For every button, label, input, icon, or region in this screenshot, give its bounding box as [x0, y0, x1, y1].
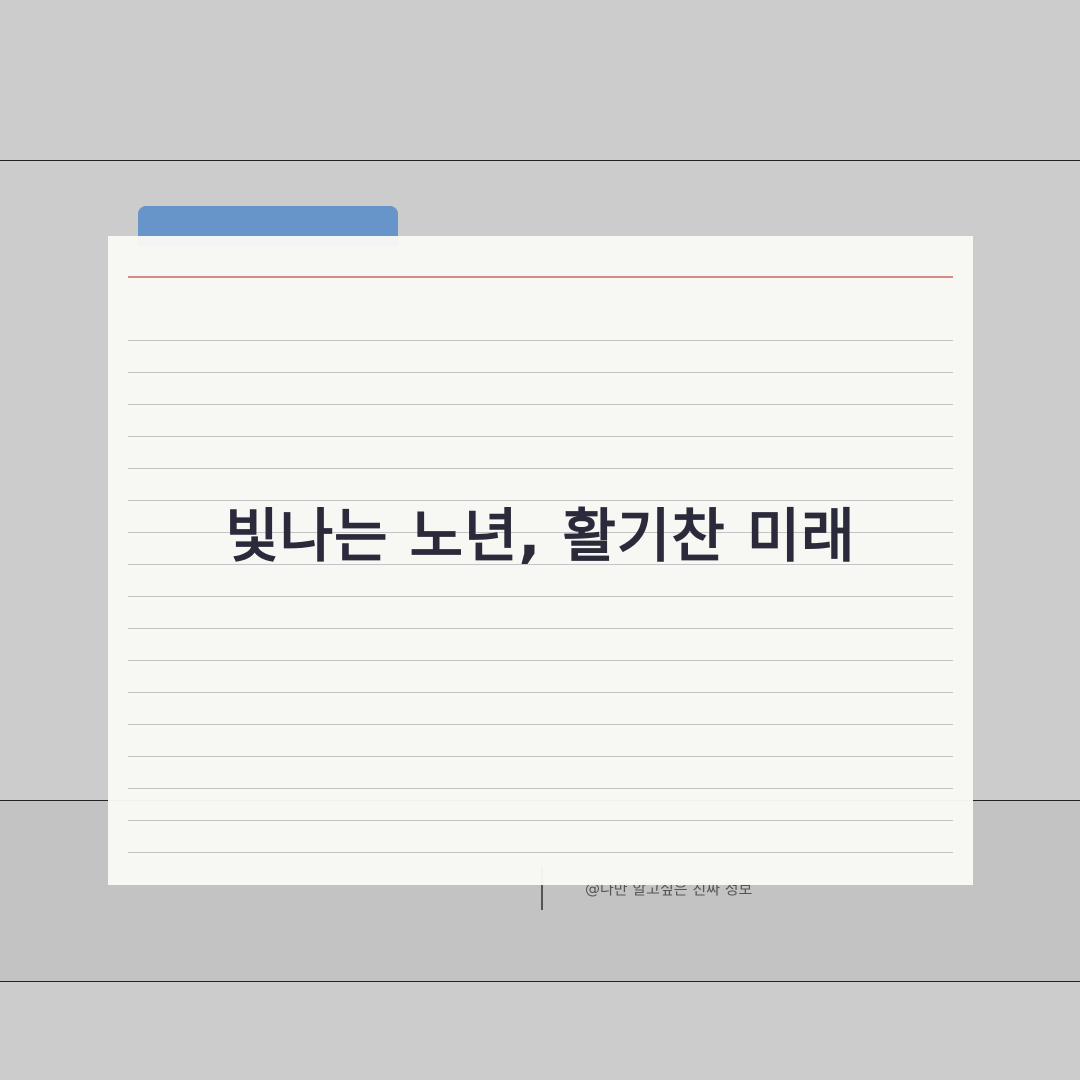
ruled-line — [128, 596, 953, 597]
ruled-line — [128, 820, 953, 821]
ruled-line — [128, 628, 953, 629]
thumbnail-canvas: @나만 알고싶은 진짜 정보 빛나는 노년, 활기찬 미래 — [0, 0, 1080, 1080]
ruled-line — [128, 660, 953, 661]
ruled-line — [128, 404, 953, 405]
ruled-line — [128, 340, 953, 341]
ruled-line — [128, 436, 953, 437]
notepad-card: 빛나는 노년, 활기찬 미래 — [108, 236, 973, 885]
ruled-line — [128, 372, 953, 373]
ruled-line — [128, 724, 953, 725]
ruled-line — [128, 468, 953, 469]
ruled-line — [128, 852, 953, 853]
top-band-line — [0, 160, 1080, 161]
ruled-line — [128, 788, 953, 789]
margin-rule — [128, 276, 953, 278]
bottom-band-line — [0, 981, 1080, 982]
card-title: 빛나는 노년, 활기찬 미래 — [225, 502, 856, 570]
ruled-line — [128, 756, 953, 757]
ruled-line — [128, 500, 953, 501]
ruled-line — [128, 692, 953, 693]
